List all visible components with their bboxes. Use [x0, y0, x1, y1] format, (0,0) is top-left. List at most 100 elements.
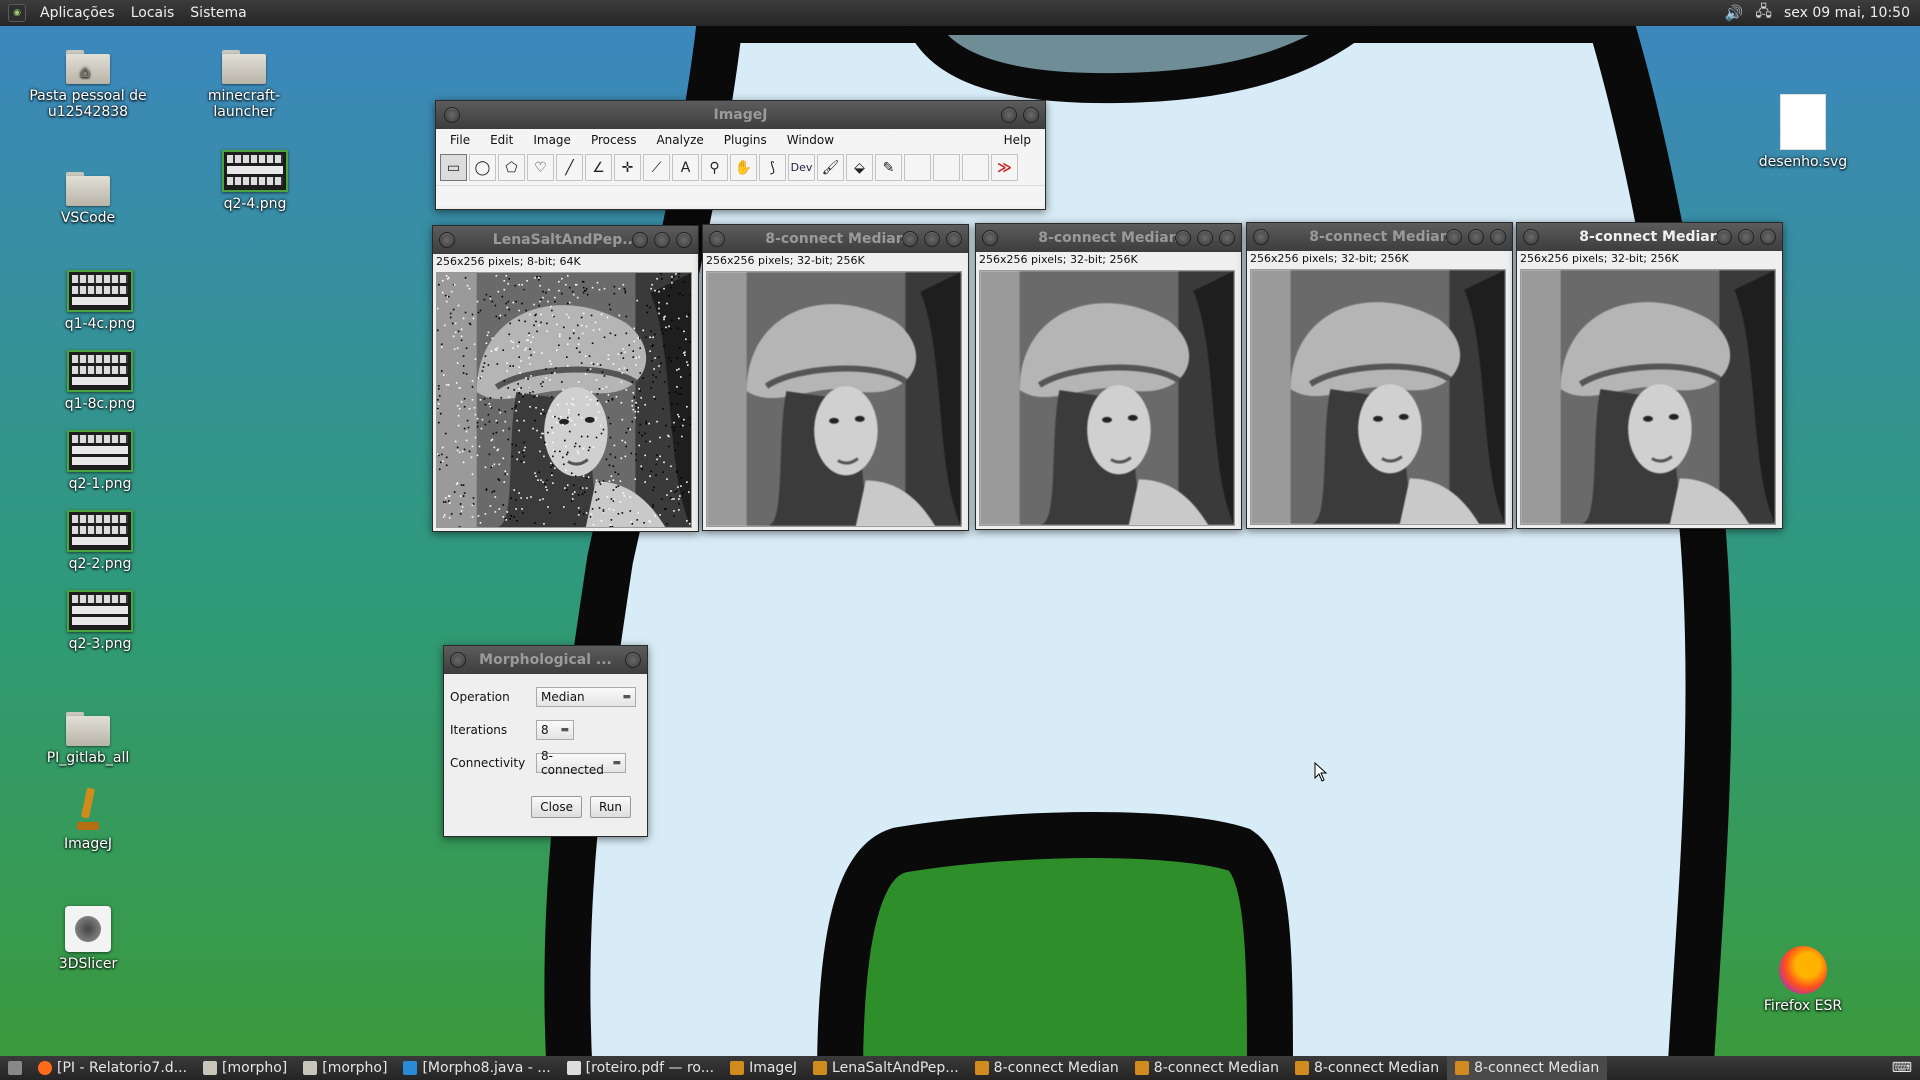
window-titlebar[interactable]: 8-connect Median	[1517, 223, 1782, 251]
image-canvas[interactable]	[706, 271, 962, 527]
minimize-button[interactable]	[632, 232, 648, 248]
desktop-icon-q2-2[interactable]: q2-2.png	[35, 510, 165, 572]
taskbar-item[interactable]: 8-connect Median	[1127, 1056, 1287, 1080]
taskbar-item[interactable]: 8-connect Median	[1287, 1056, 1447, 1080]
menu-window[interactable]: Window	[777, 133, 844, 147]
window-menu-button[interactable]	[982, 230, 998, 246]
maximize-button[interactable]	[1468, 229, 1484, 245]
more-tools-icon[interactable]: ≫	[991, 154, 1018, 181]
empty-tool-slot[interactable]	[933, 154, 960, 181]
desktop-icon-q1-8c[interactable]: q1-8c.png	[35, 350, 165, 412]
menu-system[interactable]: Sistema	[182, 5, 254, 21]
close-dialog-button[interactable]: Close	[531, 796, 582, 818]
close-button[interactable]	[1023, 107, 1039, 123]
point-tool-icon[interactable]: ✛	[614, 154, 641, 181]
window-menu-button[interactable]	[1253, 229, 1269, 245]
desktop-icon-3dslicer[interactable]: 3DSlicer	[23, 906, 153, 972]
menu-plugins[interactable]: Plugins	[714, 133, 777, 147]
operation-dropdown[interactable]: Median ▬	[536, 687, 636, 707]
close-button[interactable]	[1219, 230, 1235, 246]
menu-image[interactable]: Image	[523, 133, 581, 147]
maximize-button[interactable]	[654, 232, 670, 248]
close-button[interactable]	[946, 231, 962, 247]
dev-tool-icon[interactable]: Dev	[788, 154, 815, 181]
desktop-icon-imagej[interactable]: ImageJ	[23, 787, 153, 852]
window-menu-button[interactable]	[709, 231, 725, 247]
window-titlebar[interactable]: 8-connect Median	[976, 224, 1241, 252]
desktop-icon-home[interactable]: ⌂ Pasta pessoal de u12542838	[23, 50, 153, 120]
desktop-icon-minecraft[interactable]: minecraft-launcher	[179, 50, 309, 120]
taskbar-item[interactable]: [morpho]	[195, 1056, 295, 1080]
taskbar-item[interactable]: 8-connect Median	[1447, 1056, 1608, 1080]
taskbar-item[interactable]: [roteiro.pdf — ro...	[559, 1056, 722, 1080]
network-icon[interactable]: 🖧	[1755, 1, 1772, 26]
menu-edit[interactable]: Edit	[480, 133, 523, 147]
window-titlebar[interactable]: 8-connect Median	[703, 225, 968, 253]
image-canvas[interactable]	[979, 270, 1235, 526]
iterations-dropdown[interactable]: 8 ▬	[536, 720, 574, 740]
minimize-button[interactable]	[902, 231, 918, 247]
close-button[interactable]	[676, 232, 692, 248]
rectangle-tool-icon[interactable]: ▭	[440, 154, 467, 181]
connectivity-dropdown[interactable]: 8-connected ▬	[536, 749, 626, 777]
distro-logo-icon[interactable]: ◉	[8, 4, 26, 22]
desktop-icon-pi-gitlab[interactable]: PI_gitlab_all	[23, 712, 153, 766]
hand-tool-icon[interactable]: ✋	[730, 154, 757, 181]
image-canvas[interactable]	[1520, 269, 1776, 525]
taskbar-item[interactable]: 8-connect Median	[967, 1056, 1127, 1080]
magnifier-tool-icon[interactable]: ⚲	[701, 154, 728, 181]
text-tool-icon[interactable]: A	[672, 154, 699, 181]
wand-tool-icon[interactable]: ⟋	[643, 154, 670, 181]
window-titlebar[interactable]: ImageJ	[436, 101, 1045, 129]
desktop-icon-q1-4c[interactable]: q1-4c.png	[35, 270, 165, 332]
minimize-button[interactable]	[1446, 229, 1462, 245]
taskbar-item[interactable]: [morpho]	[295, 1056, 395, 1080]
taskbar-item[interactable]: [PI - Relatorio7.d...	[30, 1056, 195, 1080]
maximize-button[interactable]	[924, 231, 940, 247]
maximize-button[interactable]	[1738, 229, 1754, 245]
close-button[interactable]	[625, 652, 641, 668]
volume-icon[interactable]: 🔊	[1725, 4, 1744, 22]
oval-tool-icon[interactable]: ◯	[469, 154, 496, 181]
keyboard-layout-icon[interactable]: ⌨	[1884, 1056, 1920, 1080]
window-menu-button[interactable]	[444, 107, 460, 123]
menu-process[interactable]: Process	[581, 133, 647, 147]
desktop-icon-q2-1[interactable]: q2-1.png	[35, 430, 165, 492]
menu-applications[interactable]: Aplicações	[32, 5, 123, 21]
window-menu-button[interactable]	[1523, 229, 1539, 245]
minimize-button[interactable]	[1716, 229, 1732, 245]
taskbar-item[interactable]: LenaSaltAndPep...	[805, 1056, 967, 1080]
close-button[interactable]	[1490, 229, 1506, 245]
desktop-icon-firefox[interactable]: Firefox ESR	[1738, 946, 1868, 1014]
freehand-tool-icon[interactable]: ♡	[527, 154, 554, 181]
desktop-icon-q2-4[interactable]: q2-4.png	[190, 150, 320, 212]
menu-help[interactable]: Help	[994, 133, 1041, 147]
minimize-button[interactable]	[1175, 230, 1191, 246]
line-tool-icon[interactable]: ╱	[556, 154, 583, 181]
desktop-icon-q2-3[interactable]: q2-3.png	[35, 590, 165, 652]
clock[interactable]: sex 09 mai, 10:50	[1784, 5, 1910, 21]
image-canvas[interactable]	[436, 272, 692, 528]
window-titlebar[interactable]: LenaSaltAndPep...	[433, 226, 698, 254]
menu-analyze[interactable]: Analyze	[646, 133, 713, 147]
show-desktop-button[interactable]	[0, 1056, 30, 1080]
desktop-icon-vscode[interactable]: VSCode	[23, 172, 153, 226]
brush-tool-icon[interactable]: 🖌	[817, 154, 844, 181]
menu-file[interactable]: File	[440, 133, 480, 147]
dropper-tool-icon[interactable]: ⟆	[759, 154, 786, 181]
menu-places[interactable]: Locais	[123, 5, 183, 21]
flood-fill-tool-icon[interactable]: ⬙	[846, 154, 873, 181]
minimize-button[interactable]	[1001, 107, 1017, 123]
run-button[interactable]: Run	[589, 796, 631, 818]
angle-tool-icon[interactable]: ∠	[585, 154, 612, 181]
empty-tool-slot[interactable]	[904, 154, 931, 181]
window-menu-button[interactable]	[450, 652, 466, 668]
maximize-button[interactable]	[1197, 230, 1213, 246]
window-menu-button[interactable]	[439, 232, 455, 248]
image-canvas[interactable]	[1250, 269, 1506, 525]
close-button[interactable]	[1760, 229, 1776, 245]
window-titlebar[interactable]: 8-connect Median	[1247, 223, 1512, 251]
empty-tool-slot[interactable]	[962, 154, 989, 181]
polygon-tool-icon[interactable]: ⬠	[498, 154, 525, 181]
window-titlebar[interactable]: Morphological ...	[444, 646, 647, 674]
